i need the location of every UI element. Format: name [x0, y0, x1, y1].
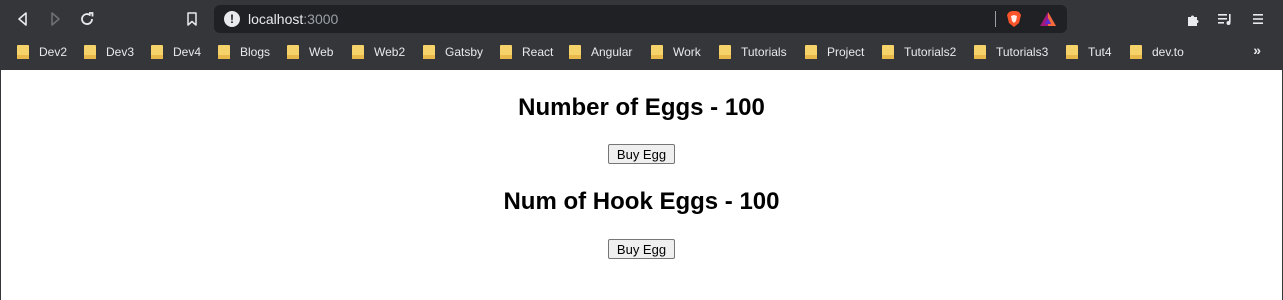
bookmark-label: Tutorials2 [904, 45, 957, 59]
brave-shield-icon[interactable] [1006, 10, 1022, 28]
address-bar[interactable]: ! localhost:3000 [214, 5, 1067, 33]
folder-icon [1066, 45, 1078, 59]
bookmarks-bar: Dev2 Dev3 Dev4 Blogs Web Web2 Gatsby Rea… [0, 38, 1283, 66]
bookmark-label: Tutorials [741, 45, 787, 59]
menu-icon[interactable] [1249, 10, 1267, 28]
bookmark-label: Tut4 [1088, 45, 1112, 59]
bookmark-blogs[interactable]: Blogs [218, 43, 270, 61]
bookmark-label: Project [827, 45, 865, 59]
bookmark-tut4[interactable]: Tut4 [1066, 43, 1112, 61]
bookmark-label: Dev3 [106, 45, 135, 59]
bookmark-label: Dev2 [39, 45, 68, 59]
bookmark-project[interactable]: Project [805, 43, 864, 61]
folder-icon [974, 45, 986, 59]
bookmark-web2[interactable]: Web2 [352, 43, 405, 61]
bookmark-label: React [522, 45, 554, 59]
media-icon[interactable] [1216, 10, 1234, 28]
folder-icon [17, 45, 29, 59]
url-text[interactable]: localhost:3000 [248, 11, 338, 27]
bookmark-tutorials2[interactable]: Tutorials2 [882, 43, 956, 61]
bookmark-label: Gatsby [445, 45, 484, 59]
folder-icon [651, 45, 663, 59]
folder-icon [84, 45, 96, 59]
folder-icon [569, 45, 581, 59]
bookmark-label: Dev4 [173, 45, 202, 59]
buy-egg-button[interactable]: Buy Egg [608, 144, 675, 164]
folder-icon [218, 45, 230, 59]
bookmark-tutorials[interactable]: Tutorials [719, 43, 787, 61]
url-port: :3000 [303, 11, 339, 27]
bookmark-label: dev.to [1152, 45, 1184, 59]
browser-toolbar: ! localhost:3000 [0, 0, 1283, 38]
back-icon[interactable] [12, 8, 34, 30]
bookmark-label: Work [673, 45, 701, 59]
bookmark-dev2[interactable]: Dev2 [17, 43, 67, 61]
bookmark-web[interactable]: Web [287, 43, 333, 61]
bookmark-gatsby[interactable]: Gatsby [423, 43, 483, 61]
bookmark-angular[interactable]: Angular [569, 43, 632, 61]
page-content: Number of Eggs - 100 Buy Egg Num of Hook… [0, 70, 1283, 300]
eggs-count-heading: Number of Eggs - 100 [518, 94, 765, 121]
bookmark-label: Web [309, 45, 334, 59]
buy-hook-egg-button[interactable]: Buy Egg [608, 239, 675, 259]
folder-icon [287, 45, 299, 59]
extensions-icon[interactable] [1185, 10, 1203, 28]
url-host: localhost [248, 11, 304, 27]
info-icon[interactable]: ! [224, 11, 240, 27]
forward-icon[interactable] [44, 8, 66, 30]
bookmark-icon[interactable] [181, 8, 203, 30]
browser-chrome: ! localhost:3000 Dev2 Dev3 Dev4 Blogs We… [0, 0, 1283, 70]
bookmark-label: Web2 [374, 45, 406, 59]
reload-icon[interactable] [76, 8, 98, 30]
bookmark-label: Angular [591, 45, 633, 59]
hook-eggs-count-heading: Num of Hook Eggs - 100 [503, 188, 780, 215]
omnibox-divider [995, 11, 996, 27]
bookmark-react[interactable]: React [500, 43, 553, 61]
folder-icon [1130, 45, 1142, 59]
folder-icon [719, 45, 731, 59]
folder-icon [500, 45, 512, 59]
folder-icon [352, 45, 364, 59]
more-bookmarks-icon[interactable]: » [1253, 42, 1261, 58]
bookmark-work[interactable]: Work [651, 43, 701, 61]
brave-rewards-icon[interactable] [1039, 11, 1057, 27]
bookmark-tutorials3[interactable]: Tutorials3 [974, 43, 1048, 61]
folder-icon [882, 45, 894, 59]
bookmark-dev4[interactable]: Dev4 [151, 43, 201, 61]
folder-icon [151, 45, 163, 59]
folder-icon [423, 45, 435, 59]
bookmark-label: Blogs [240, 45, 271, 59]
bookmark-label: Tutorials3 [996, 45, 1049, 59]
folder-icon [805, 45, 817, 59]
bookmark-dev-to[interactable]: dev.to [1130, 43, 1184, 61]
bookmark-dev3[interactable]: Dev3 [84, 43, 134, 61]
